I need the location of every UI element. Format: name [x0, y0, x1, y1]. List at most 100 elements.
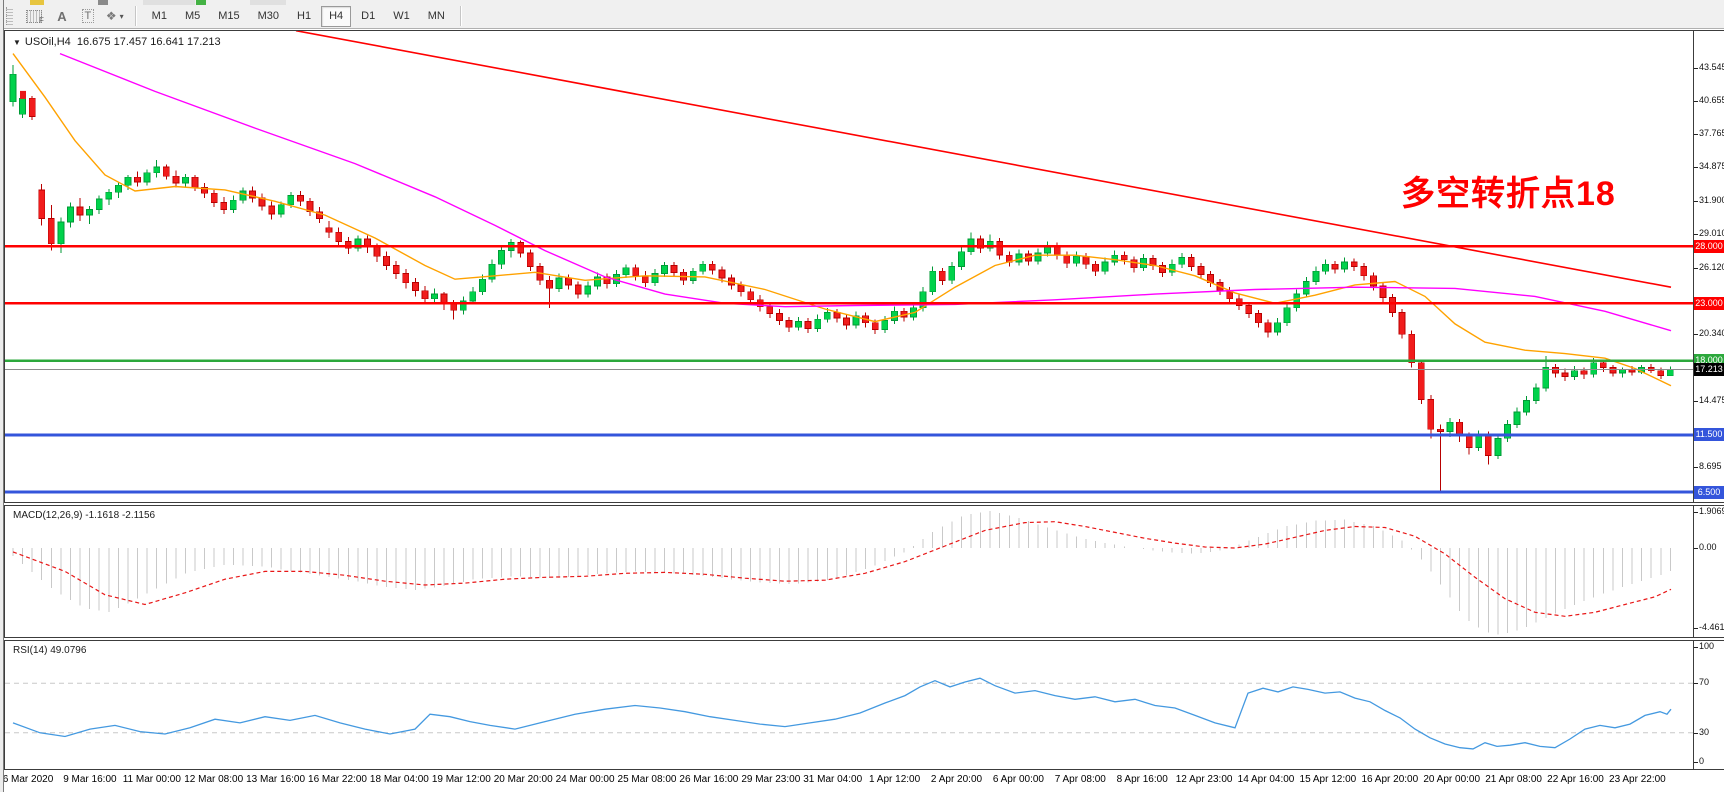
time-axis-label: 16 Mar 22:00 [308, 774, 367, 785]
shapes-glyph: ❖ [106, 9, 117, 23]
time-axis-label: 12 Mar 08:00 [184, 774, 243, 785]
dropdown-caret-icon[interactable]: ▾ [120, 12, 124, 21]
clipped-toolbar-icons [143, 0, 195, 5]
axis-tick-label: 20.340 [1699, 328, 1724, 338]
timeframe-button-m5[interactable]: M5 [177, 6, 208, 27]
price-chart-panel[interactable]: ▼ USOil,H4 16.675 17.457 16.641 17.213 多空… [4, 30, 1694, 503]
time-axis-label: 25 Mar 08:00 [618, 774, 677, 785]
macd-canvas[interactable] [5, 506, 1693, 637]
time-axis-label: 16 Apr 20:00 [1361, 774, 1418, 785]
axis-tick-label: -4.4614 [1699, 622, 1724, 632]
axis-tick-mark [1694, 201, 1698, 202]
axis-tick-label: 40.655 [1699, 95, 1724, 105]
annotation-text: 多空转折点18 [1401, 166, 1616, 215]
time-axis-label: 26 Mar 16:00 [679, 774, 738, 785]
chart-title: ▼ USOil,H4 16.675 17.457 16.641 17.213 [13, 36, 221, 48]
axis-tick-label: 43.545 [1699, 62, 1724, 72]
axis-tick-mark [1694, 762, 1698, 763]
axis-tick-label: 30 [1699, 727, 1709, 737]
time-axis-label: 7 Apr 08:00 [1055, 774, 1106, 785]
axis-tick-mark [1694, 683, 1698, 684]
price-level-label: 23.000 [1694, 297, 1724, 310]
axis-tick-label: 1.9069 [1699, 506, 1724, 516]
price-level-label: 17.213 [1694, 363, 1724, 376]
macd-panel[interactable]: MACD(12,26,9) -1.1618 -2.1156 [4, 505, 1694, 638]
timeframe-button-h4[interactable]: H4 [321, 6, 351, 27]
price-axis[interactable]: 43.545 40.655 37.765 34.875 31.900 29.010 26.1… [1694, 30, 1724, 503]
axis-tick-mark [1694, 467, 1698, 468]
clipped-toolbar-icons [196, 0, 206, 5]
time-axis-label: 23 Apr 22:00 [1609, 774, 1666, 785]
symbol-dropdown-icon[interactable]: ▼ [13, 38, 21, 47]
time-axis-label: 8 Apr 16:00 [1117, 774, 1168, 785]
axis-tick-label: 29.010 [1699, 228, 1724, 238]
axis-tick-label: 31.900 [1699, 195, 1724, 205]
timeframe-button-m1[interactable]: M1 [144, 6, 175, 27]
shapes-tool-icon[interactable]: ❖ ▾ [101, 5, 129, 27]
time-axis-label: 29 Mar 23:00 [741, 774, 800, 785]
price-level-label: 11.500 [1694, 428, 1724, 441]
text-box-icon[interactable]: T [75, 5, 101, 27]
mt4-window: F A T ❖ ▾ M1M5M15M30H1H4D1W1MN ▼ USOil,H4… [0, 0, 1724, 792]
axis-tick-label: 37.765 [1699, 128, 1724, 138]
fibonacci-letter: F [39, 16, 44, 25]
time-axis[interactable]: 6 Mar 20209 Mar 16:0011 Mar 00:0012 Mar … [4, 770, 1724, 792]
timeframe-button-h1[interactable]: H1 [289, 6, 319, 27]
time-axis-label: 14 Apr 04:00 [1238, 774, 1295, 785]
time-axis-label: 9 Mar 16:00 [63, 774, 116, 785]
axis-tick-mark [1694, 647, 1698, 648]
axis-tick-label: 8.695 [1699, 461, 1722, 471]
text-label-icon[interactable]: A [49, 5, 75, 27]
time-axis-label: 31 Mar 04:00 [803, 774, 862, 785]
chart-ohlc-values: 16.675 17.457 16.641 17.213 [77, 36, 221, 48]
axis-tick-label: 0.00 [1699, 542, 1717, 552]
axis-tick-mark [1694, 401, 1698, 402]
text-box-glyph: T [82, 9, 95, 23]
timeframe-button-m15[interactable]: M15 [210, 6, 247, 27]
axis-tick-mark [1694, 134, 1698, 135]
axis-tick-label: 34.875 [1699, 161, 1724, 171]
axis-tick-mark [1694, 334, 1698, 335]
rsi-label: RSI(14) 49.0796 [13, 645, 86, 656]
timeframe-button-w1[interactable]: W1 [385, 6, 418, 27]
rsi-panel[interactable]: RSI(14) 49.0796 [4, 640, 1694, 770]
time-axis-label: 13 Mar 16:00 [246, 774, 305, 785]
macd-label: MACD(12,26,9) -1.1618 -2.1156 [13, 510, 155, 521]
candlestick-canvas[interactable] [5, 31, 1693, 502]
timeframe-button-d1[interactable]: D1 [353, 6, 383, 27]
time-axis-label: 19 Mar 12:00 [432, 774, 491, 785]
axis-tick-mark [1694, 101, 1698, 102]
axis-tick-label: 14.475 [1699, 395, 1724, 405]
axis-tick-mark [1694, 68, 1698, 69]
clipped-toolbar-icons [98, 0, 108, 5]
time-axis-label: 21 Apr 08:00 [1485, 774, 1542, 785]
text-label-glyph: A [57, 9, 66, 24]
toolbar: F A T ❖ ▾ M1M5M15M30H1H4D1W1MN [0, 0, 1724, 29]
time-axis-label: 18 Mar 04:00 [370, 774, 429, 785]
time-axis-label: 24 Mar 00:00 [556, 774, 615, 785]
timeframe-button-mn[interactable]: MN [420, 6, 453, 27]
timeframe-button-m30[interactable]: M30 [250, 6, 287, 27]
clipped-toolbar-icons [250, 0, 286, 5]
macd-axis[interactable]: 1.9069 0.00 -4.4614 [1694, 505, 1724, 638]
axis-tick-mark [1694, 167, 1698, 168]
time-axis-label: 12 Apr 23:00 [1176, 774, 1233, 785]
price-level-label: 28.000 [1694, 240, 1724, 253]
axis-tick-label: 26.120 [1699, 262, 1724, 272]
axis-tick-mark [1694, 234, 1698, 235]
time-axis-label: 22 Apr 16:00 [1547, 774, 1604, 785]
rsi-canvas[interactable] [5, 641, 1693, 769]
chart-symbol-period: USOil,H4 [25, 36, 71, 48]
clipped-toolbar-icons [30, 0, 44, 5]
axis-tick-mark [1694, 548, 1698, 549]
timeframe-toolbar: M1M5M15M30H1H4D1W1MN [143, 6, 454, 27]
axis-tick-mark [1694, 733, 1698, 734]
time-axis-label: 2 Apr 20:00 [931, 774, 982, 785]
toolbar-drag-handle[interactable] [6, 7, 13, 25]
fibonacci-tool-icon[interactable]: F [21, 5, 49, 27]
rsi-axis[interactable]: 10070300 [1694, 640, 1724, 770]
time-axis-label: 1 Apr 12:00 [869, 774, 920, 785]
window-left-edge [0, 0, 4, 792]
toolbar-separator [460, 6, 462, 26]
price-level-label: 6.500 [1694, 486, 1724, 499]
